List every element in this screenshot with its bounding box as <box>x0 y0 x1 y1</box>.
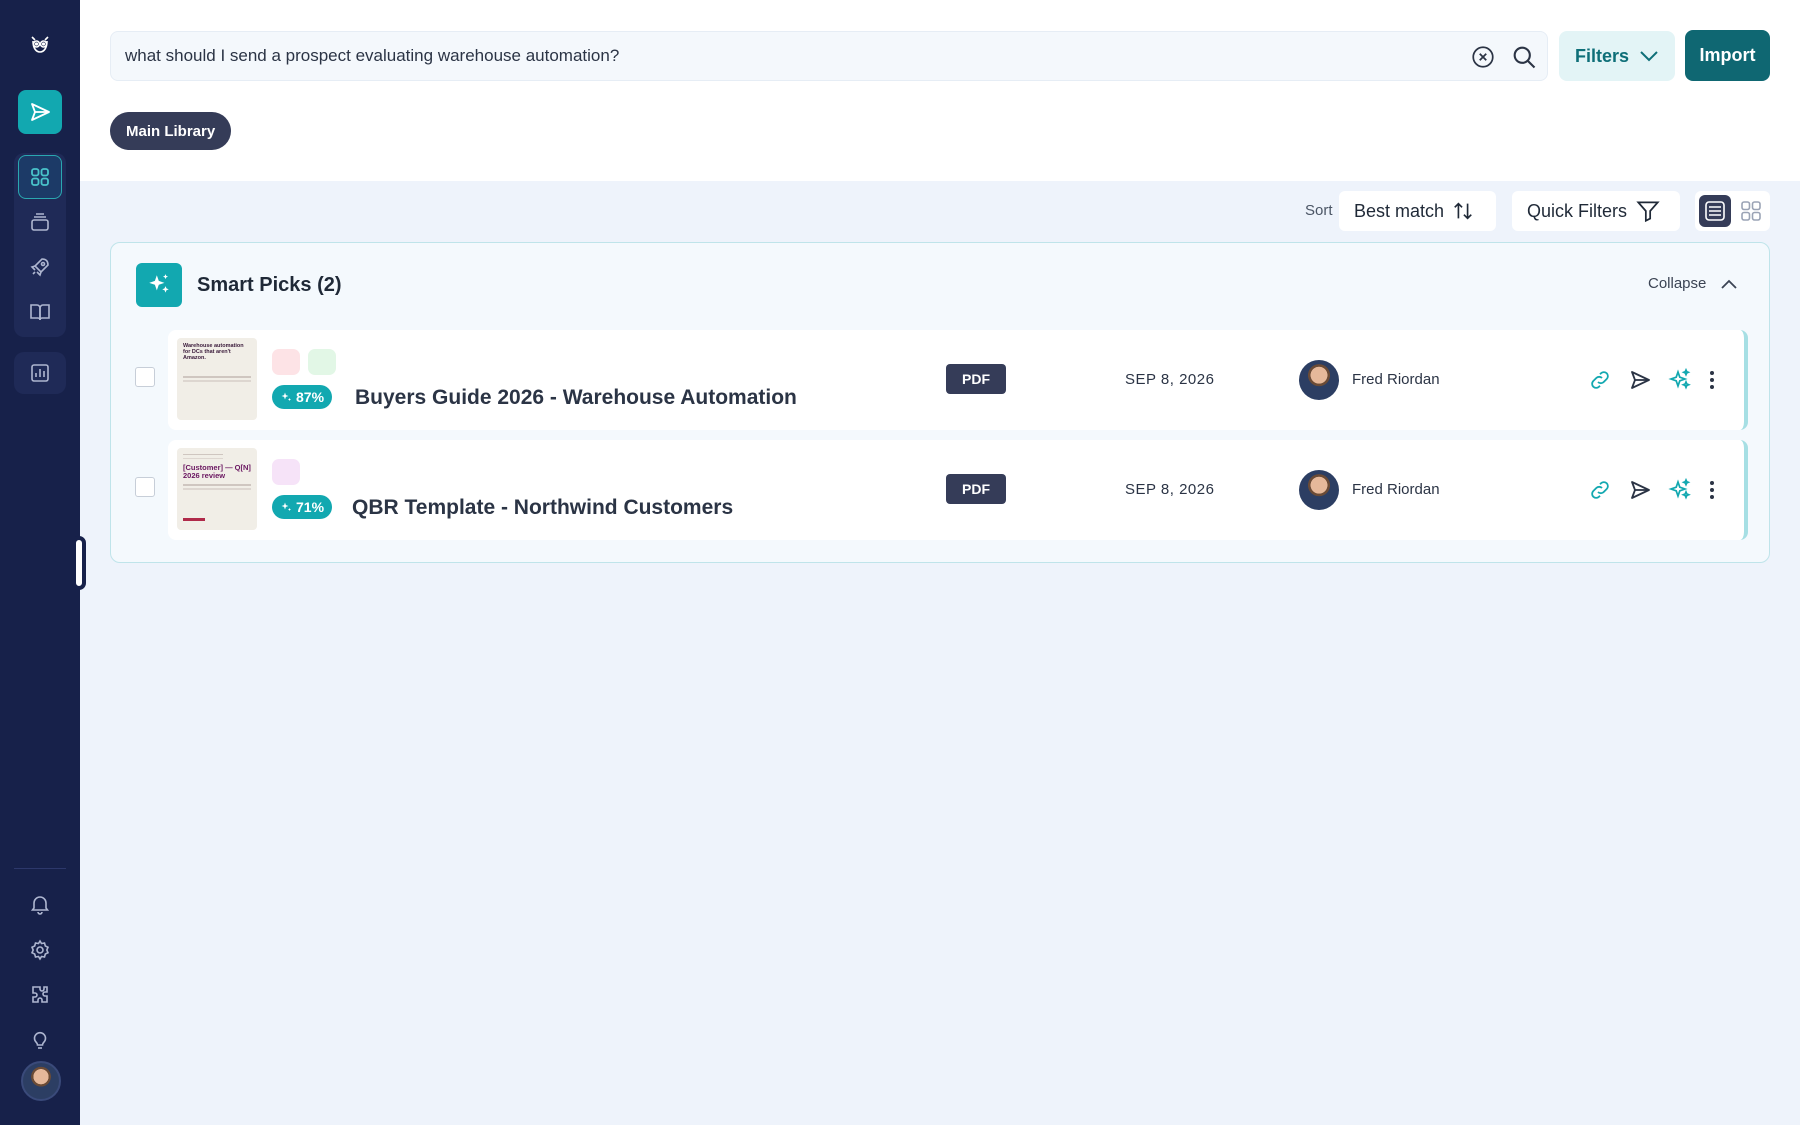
row-checkbox[interactable] <box>135 367 155 387</box>
book-icon[interactable] <box>18 290 62 334</box>
lightbulb-icon[interactable] <box>18 1018 62 1062</box>
document-date: SEP 8, 2026 <box>1125 371 1215 388</box>
owner-avatar <box>1299 360 1339 400</box>
view-toggle <box>1695 191 1770 231</box>
thumbnail-brand-mark <box>183 518 205 521</box>
gear-icon[interactable] <box>18 928 62 972</box>
filters-button[interactable]: Filters <box>1559 31 1675 81</box>
sparkles-icon <box>136 263 182 307</box>
puzzle-icon[interactable] <box>18 973 62 1017</box>
smart-picks-panel: Smart Picks (2) Collapse Warehouse autom… <box>110 242 1770 563</box>
ai-sparkles-icon[interactable] <box>1666 476 1694 504</box>
send-icon[interactable] <box>1626 366 1654 394</box>
more-options-icon[interactable] <box>1698 366 1726 394</box>
match-score-badge: 87% <box>272 385 333 409</box>
file-type-badge: PDF <box>946 474 1006 504</box>
more-options-icon[interactable] <box>1698 476 1726 504</box>
smart-pick-row[interactable]: [Customer] — Q[N] 2026 review 71% QBR Te… <box>168 440 1748 540</box>
rocket-icon[interactable] <box>18 245 62 289</box>
document-title[interactable]: QBR Template - Northwind Customers <box>352 496 733 520</box>
owner-name: Fred Riordan <box>1352 481 1440 498</box>
search-input[interactable]: what should I send a prospect evaluating… <box>125 46 619 66</box>
thumbnail-title: Warehouse automation for DCs that aren't… <box>183 343 244 361</box>
chevron-up-icon <box>1721 279 1738 289</box>
tag-pill[interactable] <box>272 459 300 485</box>
library-grid-icon[interactable] <box>18 155 62 199</box>
send-icon[interactable] <box>1626 476 1654 504</box>
import-button[interactable]: Import <box>1685 30 1770 81</box>
match-score: 87% <box>296 389 325 405</box>
quick-filters-button[interactable]: Quick Filters <box>1512 191 1680 231</box>
analytics-chart-icon[interactable] <box>18 351 62 395</box>
file-type-badge: PDF <box>946 364 1006 394</box>
main-library-chip[interactable]: Main Library <box>110 112 232 150</box>
match-score-badge: 71% <box>272 495 333 519</box>
document-thumbnail[interactable]: [Customer] — Q[N] 2026 review <box>177 448 257 530</box>
search-bar[interactable]: what should I send a prospect evaluating… <box>110 31 1548 81</box>
sparkle-icon <box>281 502 291 511</box>
owner-name: Fred Riordan <box>1352 371 1440 388</box>
ai-sparkles-icon[interactable] <box>1666 366 1694 394</box>
list-view-icon[interactable] <box>1699 195 1731 227</box>
sort-arrows-icon <box>1454 202 1472 220</box>
smart-picks-title: Smart Picks (2) <box>197 274 342 296</box>
owner-avatar <box>1299 470 1339 510</box>
tag-pill[interactable] <box>308 349 336 375</box>
sidebar <box>0 0 80 1125</box>
document-title[interactable]: Buyers Guide 2026 - Warehouse Automation <box>355 386 797 410</box>
document-date: SEP 8, 2026 <box>1125 481 1215 498</box>
collections-stack-icon[interactable] <box>18 200 62 244</box>
thumbnail-lines <box>183 454 223 455</box>
quick-filters-label: Quick Filters <box>1527 200 1628 221</box>
thumbnail-title: [Customer] — Q[N] 2026 review <box>183 463 251 480</box>
row-checkbox[interactable] <box>135 477 155 497</box>
filters-label: Filters <box>1574 45 1630 66</box>
sort-value: Best match <box>1354 200 1445 221</box>
thumbnail-lines <box>183 484 251 486</box>
user-avatar[interactable] <box>21 1061 61 1101</box>
collapse-button[interactable]: Collapse <box>1648 275 1738 292</box>
owl-logo-icon[interactable] <box>18 22 62 66</box>
smart-pick-row[interactable]: Warehouse automation for DCs that aren't… <box>168 330 1748 430</box>
sidebar-divider <box>14 868 66 869</box>
sort-label: Sort <box>1305 202 1333 219</box>
clear-search-icon[interactable] <box>1469 43 1497 71</box>
send-icon[interactable] <box>18 90 62 134</box>
sparkle-icon <box>281 392 291 401</box>
copy-link-icon[interactable] <box>1586 366 1614 394</box>
bell-icon[interactable] <box>18 882 62 926</box>
collapse-label: Collapse <box>1648 275 1707 292</box>
copy-link-icon[interactable] <box>1586 476 1614 504</box>
top-bar <box>80 0 1800 181</box>
thumbnail-lines <box>183 376 251 378</box>
search-icon[interactable] <box>1509 42 1539 72</box>
tag-pill[interactable] <box>272 349 300 375</box>
sidebar-resize-handle[interactable] <box>72 536 86 590</box>
funnel-icon <box>1636 201 1660 223</box>
chevron-down-icon <box>1640 51 1658 62</box>
grid-view-icon[interactable] <box>1735 195 1767 227</box>
sort-dropdown[interactable]: Best match <box>1339 191 1496 231</box>
document-thumbnail[interactable]: Warehouse automation for DCs that aren't… <box>177 338 257 420</box>
match-score: 71% <box>296 499 325 515</box>
